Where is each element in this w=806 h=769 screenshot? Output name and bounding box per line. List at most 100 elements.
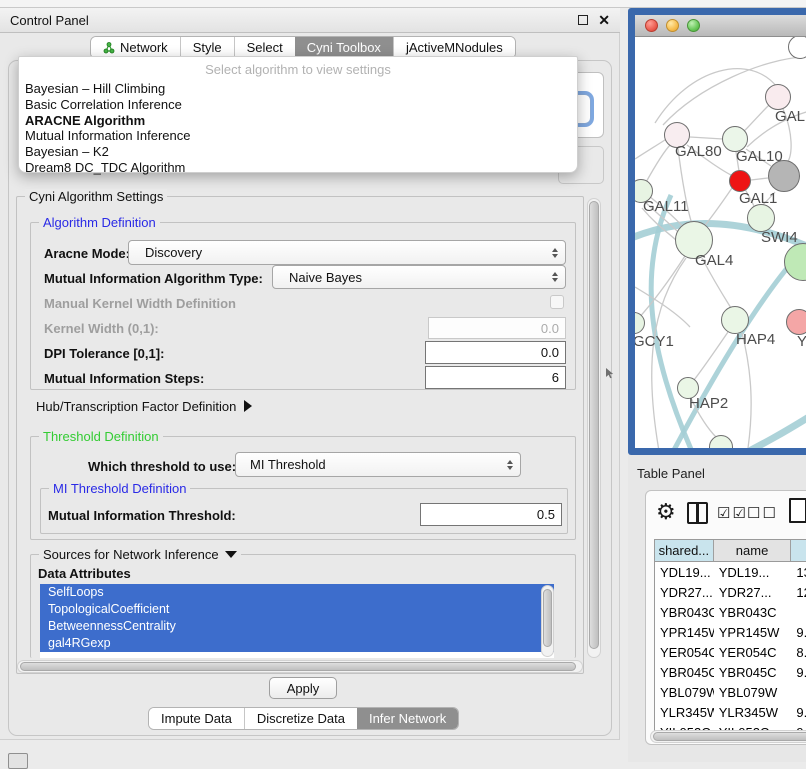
settings-vertical-scrollbar[interactable] bbox=[587, 198, 601, 658]
which-threshold-combo[interactable]: MI Threshold bbox=[235, 452, 521, 477]
dpi-tolerance-field[interactable]: 0.0 bbox=[425, 341, 566, 364]
settings-horizontal-scrollbar[interactable] bbox=[17, 660, 583, 673]
table-cell: YBR045C bbox=[655, 665, 714, 680]
attributes-list-scrollbar[interactable] bbox=[541, 585, 554, 657]
select-all-icon[interactable]: ☑☑ bbox=[717, 504, 748, 522]
tab-label: Infer Network bbox=[369, 711, 446, 726]
table-cell: YDL19... bbox=[655, 565, 714, 580]
attribute-list-item[interactable]: SelfLoops bbox=[40, 584, 554, 601]
tab-label: Cyni Toolbox bbox=[307, 40, 381, 55]
kernel-width-field[interactable]: 0.0 bbox=[428, 317, 566, 339]
node-label: GAL11 bbox=[643, 198, 689, 215]
network-node[interactable] bbox=[786, 309, 806, 335]
tab-label: jActiveMNodules bbox=[406, 40, 503, 55]
attribute-list-item[interactable]: gal4RGexp bbox=[40, 635, 554, 652]
algorithm-option[interactable]: Bayesian – K2 bbox=[19, 144, 577, 160]
tab-select[interactable]: Select bbox=[234, 37, 295, 58]
collapsed-panel-icon[interactable] bbox=[8, 753, 28, 769]
table-horizontal-scrollbar[interactable] bbox=[650, 730, 806, 743]
tab-discretize-data[interactable]: Discretize Data bbox=[244, 708, 357, 729]
table-row[interactable]: YER054CYER054C8. bbox=[655, 642, 806, 662]
network-view-window[interactable]: GALGAL80GAL10GAL1GAL11SWI4GAL4GCY1HAP4YH… bbox=[628, 8, 806, 455]
control-panel-title: Control Panel bbox=[10, 13, 89, 28]
algorithm-option[interactable]: Basic Correlation Inference bbox=[19, 97, 577, 113]
table-cell: YBR043C bbox=[714, 605, 792, 620]
mi-steps-label: Mutual Information Steps: bbox=[44, 371, 204, 386]
table-row[interactable]: YBL079WYBL079W bbox=[655, 682, 806, 702]
network-node[interactable] bbox=[721, 306, 749, 334]
close-icon[interactable]: ✕ bbox=[598, 15, 610, 25]
hub-definition-expander[interactable]: Hub/Transcription Factor Definition bbox=[36, 399, 252, 414]
mi-threshold-field[interactable]: 0.5 bbox=[420, 503, 562, 526]
algorithm-list: Bayesian – Hill ClimbingBasic Correlatio… bbox=[19, 81, 577, 176]
table-row[interactable]: YBR043CYBR043C bbox=[655, 602, 806, 622]
sources-group-title[interactable]: Sources for Network Inference bbox=[39, 547, 241, 562]
tab-cyni-toolbox[interactable]: Cyni Toolbox bbox=[295, 37, 393, 58]
node-label: GAL bbox=[775, 108, 805, 125]
table-cell: 13 bbox=[791, 565, 806, 580]
minimize-traffic-light-icon[interactable] bbox=[666, 19, 679, 32]
network-node[interactable] bbox=[729, 170, 751, 192]
table-cell: YPR145W bbox=[655, 625, 714, 640]
aracne-mode-combo[interactable]: Discovery bbox=[128, 240, 566, 265]
which-threshold-label: Which threshold to use: bbox=[88, 459, 236, 474]
table-cell: YLR345W bbox=[714, 705, 792, 720]
network-node[interactable] bbox=[765, 84, 791, 110]
node-label: Y bbox=[797, 333, 806, 350]
table-header-row: shared...nameA bbox=[655, 539, 806, 562]
attribute-list-item[interactable]: BetweennessCentrality bbox=[40, 618, 554, 635]
table-panel: ⚙ ☑☑ ☐☐ shared...nameA YDL19...YDL19...1… bbox=[645, 490, 806, 745]
tab-network[interactable]: Network bbox=[91, 37, 180, 58]
column-header[interactable]: name bbox=[714, 540, 792, 561]
mi-threshold-label: Mutual Information Threshold: bbox=[48, 508, 236, 523]
manual-kernel-checkbox[interactable] bbox=[550, 295, 564, 309]
bottom-tabs: Impute Data Discretize Data Infer Networ… bbox=[148, 707, 459, 730]
table-row[interactable]: YBR045CYBR045C9. bbox=[655, 662, 806, 682]
zoom-traffic-light-icon[interactable] bbox=[687, 19, 700, 32]
network-node[interactable] bbox=[747, 204, 775, 232]
table-row[interactable]: YDL19...YDL19...13 bbox=[655, 562, 806, 582]
apply-button[interactable]: Apply bbox=[269, 677, 337, 699]
document-icon[interactable] bbox=[789, 498, 806, 523]
table-cell: YER054C bbox=[655, 645, 714, 660]
split-columns-icon[interactable] bbox=[687, 502, 708, 524]
settings-group-title: Cyni Algorithm Settings bbox=[25, 189, 167, 204]
column-header[interactable]: shared... bbox=[655, 540, 714, 561]
node-label: GAL4 bbox=[695, 252, 733, 269]
mi-steps-field[interactable]: 6 bbox=[425, 366, 566, 389]
mi-type-combo[interactable]: Naive Bayes bbox=[272, 265, 566, 289]
deselect-all-icon[interactable]: ☐☐ bbox=[747, 504, 778, 522]
combo-stepper-icon bbox=[552, 248, 558, 258]
column-header[interactable]: A bbox=[791, 540, 806, 561]
algorithm-dropdown-prompt: Select algorithm to view settings bbox=[19, 60, 577, 81]
data-attributes-list[interactable]: SelfLoopsTopologicalCoefficientBetweenne… bbox=[40, 584, 554, 658]
attribute-list-item[interactable]: TopologicalCoefficient bbox=[40, 601, 554, 618]
table-row[interactable]: YPR145WYPR145W9. bbox=[655, 622, 806, 642]
mi-threshold-group-title: MI Threshold Definition bbox=[49, 481, 190, 496]
algorithm-option[interactable]: Mutual Information Inference bbox=[19, 128, 577, 144]
float-window-icon[interactable] bbox=[578, 15, 588, 25]
table-body: YDL19...YDL19...13YDR27...YDR27...12YBR0… bbox=[655, 562, 806, 742]
table-cell: 9. bbox=[791, 665, 806, 680]
table-row[interactable]: YDR27...YDR27...12 bbox=[655, 582, 806, 602]
mi-type-value: Naive Bayes bbox=[289, 270, 362, 285]
table-row[interactable]: YLR345WYLR345W9. bbox=[655, 702, 806, 722]
tab-style[interactable]: Style bbox=[180, 37, 234, 58]
table-panel-title: Table Panel bbox=[637, 466, 705, 481]
node-label: GAL80 bbox=[675, 143, 722, 160]
aracne-mode-value: Discovery bbox=[145, 245, 202, 260]
algorithm-option[interactable]: ARACNE Algorithm bbox=[19, 113, 577, 129]
tab-impute-data[interactable]: Impute Data bbox=[149, 708, 244, 729]
table-panel-region: Table Panel ⚙ ☑☑ ☐☐ shared...nameA YDL19… bbox=[628, 455, 806, 762]
collapse-arrow-icon bbox=[225, 551, 237, 558]
gear-icon[interactable]: ⚙ bbox=[656, 499, 676, 525]
tab-jactivemnodules[interactable]: jActiveMNodules bbox=[393, 37, 515, 58]
close-traffic-light-icon[interactable] bbox=[645, 19, 658, 32]
algorithm-option[interactable]: Dream8 DC_TDC Algorithm bbox=[19, 160, 577, 176]
network-canvas[interactable]: GALGAL80GAL10GAL1GAL11SWI4GAL4GCY1HAP4YH… bbox=[635, 37, 806, 448]
kernel-width-label: Kernel Width (0,1): bbox=[44, 321, 159, 336]
tab-infer-network[interactable]: Infer Network bbox=[357, 708, 458, 729]
network-window-titlebar[interactable] bbox=[635, 15, 806, 37]
algorithm-option[interactable]: Bayesian – Hill Climbing bbox=[19, 81, 577, 97]
table-cell: 9. bbox=[791, 625, 806, 640]
